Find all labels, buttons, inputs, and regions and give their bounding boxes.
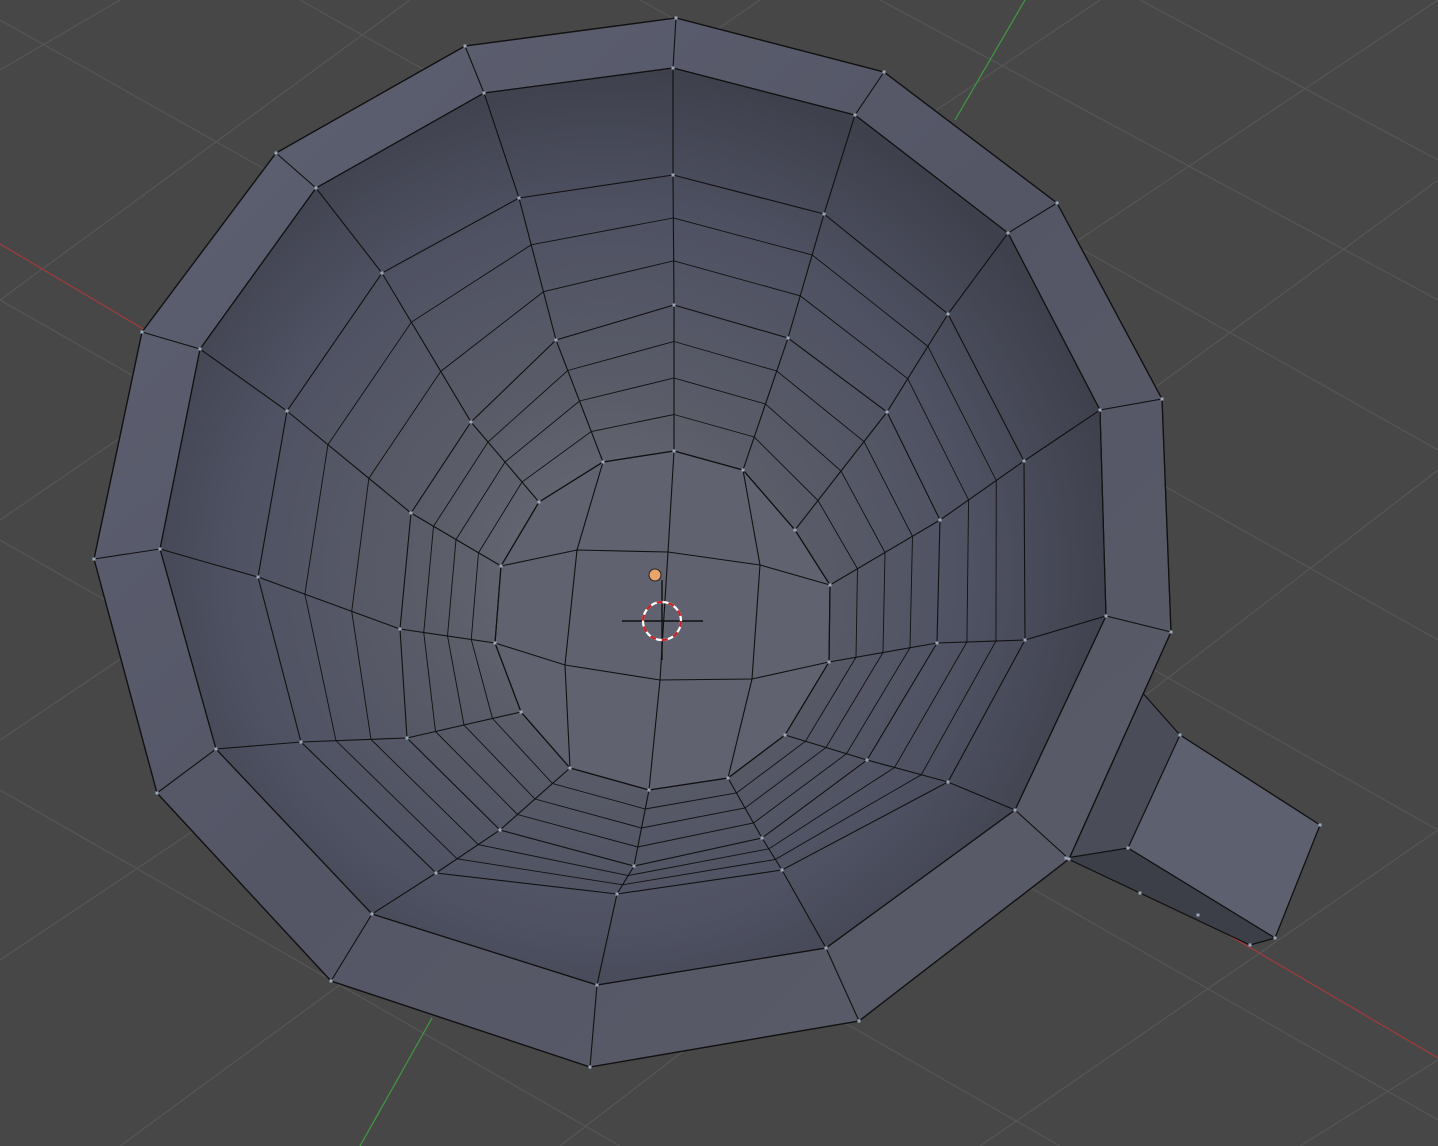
mesh-vertex[interactable] <box>647 788 651 792</box>
mesh-vertex[interactable] <box>672 303 676 307</box>
mesh-vertex[interactable] <box>828 583 832 587</box>
mesh-vertex[interactable] <box>783 733 787 737</box>
mesh-vertex[interactable] <box>380 271 384 275</box>
mesh-vertex[interactable] <box>469 420 473 424</box>
mesh-vertex[interactable] <box>329 979 333 983</box>
mesh-vertex[interactable] <box>1160 397 1164 401</box>
mesh-vertex[interactable] <box>274 151 278 155</box>
viewport-canvas[interactable] <box>0 0 1438 1146</box>
mesh-vertex[interactable] <box>632 864 636 868</box>
mesh-vertex[interactable] <box>1196 913 1200 917</box>
mesh-vertex[interactable] <box>938 518 942 522</box>
mesh-vertex[interactable] <box>1067 857 1071 861</box>
mesh-vertex[interactable] <box>409 511 413 515</box>
mesh-vertex[interactable] <box>463 44 467 48</box>
mesh-vertex[interactable] <box>615 892 619 896</box>
mesh-vertex[interactable] <box>1055 201 1059 205</box>
mesh-vertex[interactable] <box>760 836 764 840</box>
mesh-vertex[interactable] <box>1022 459 1026 463</box>
mesh-vertex[interactable] <box>140 330 144 334</box>
mesh-vertex[interactable] <box>1273 936 1277 940</box>
grid-line <box>1139 0 1438 161</box>
x-axis-line <box>0 243 146 331</box>
mesh-vertex[interactable] <box>92 557 96 561</box>
mesh-vertex[interactable] <box>1138 891 1142 895</box>
mesh-vertex[interactable] <box>398 627 402 631</box>
y-axis-line <box>954 0 1026 121</box>
mesh-vertex[interactable] <box>554 338 558 342</box>
mesh-vertex[interactable] <box>568 766 572 770</box>
mesh-vertex[interactable] <box>822 212 826 216</box>
mesh-vertex[interactable] <box>405 736 409 740</box>
object-origin-icon[interactable] <box>648 568 662 582</box>
mesh-vertex[interactable] <box>595 983 599 987</box>
mesh-vertex[interactable] <box>672 449 676 453</box>
mesh-vertex[interactable] <box>1006 231 1010 235</box>
mesh-vertex[interactable] <box>824 946 828 950</box>
mesh-vertex[interactable] <box>588 1065 592 1069</box>
mesh-vertex[interactable] <box>1126 846 1130 850</box>
y-axis-line <box>359 1017 433 1146</box>
grid-line <box>1299 1059 1438 1146</box>
3d-viewport[interactable] <box>0 0 1438 1146</box>
mesh-vertex[interactable] <box>935 641 939 645</box>
mesh-vertex[interactable] <box>314 186 318 190</box>
mesh-vertex[interactable] <box>1104 614 1108 618</box>
mesh-vertex[interactable] <box>1169 630 1173 634</box>
mesh-vertex[interactable] <box>299 740 303 744</box>
mesh-vertex[interactable] <box>671 66 675 70</box>
mesh-vertex[interactable] <box>370 912 374 916</box>
mesh-vertex[interactable] <box>1013 808 1017 812</box>
mesh-vertex[interactable] <box>1098 408 1102 412</box>
mesh-vertex[interactable] <box>793 528 797 532</box>
mesh-vertex[interactable] <box>1023 638 1027 642</box>
mesh-vertex[interactable] <box>158 547 162 551</box>
mesh-vertex[interactable] <box>885 410 889 414</box>
mesh-vertex[interactable] <box>882 70 886 74</box>
mesh-vertex[interactable] <box>1248 943 1252 947</box>
mesh-vertex[interactable] <box>601 460 605 464</box>
mesh-vertex[interactable] <box>946 312 950 316</box>
mesh-vertex[interactable] <box>198 347 202 351</box>
mesh-vertex[interactable] <box>786 336 790 340</box>
mesh-vertex[interactable] <box>285 409 289 413</box>
mesh-vertex[interactable] <box>493 641 497 645</box>
mesh-vertex[interactable] <box>946 780 950 784</box>
grid-line <box>0 0 121 71</box>
mesh-vertex[interactable] <box>726 776 730 780</box>
mesh-vertex[interactable] <box>1064 856 1068 860</box>
mesh-vertex[interactable] <box>674 16 678 20</box>
mug-mesh[interactable] <box>92 16 1322 1069</box>
mesh-vertex[interactable] <box>256 575 260 579</box>
mesh-vertex[interactable] <box>519 710 523 714</box>
x-axis-line <box>1219 929 1438 1059</box>
mesh-vertex[interactable] <box>865 758 869 762</box>
mesh-vertex[interactable] <box>499 564 503 568</box>
mesh-vertex[interactable] <box>853 113 857 117</box>
mesh-vertex[interactable] <box>1178 733 1182 737</box>
mesh-vertex[interactable] <box>1318 823 1322 827</box>
mesh-vertex[interactable] <box>434 871 438 875</box>
mesh-vertex[interactable] <box>857 1019 861 1023</box>
mesh-vertex[interactable] <box>155 791 159 795</box>
mesh-vertex[interactable] <box>214 747 218 751</box>
mesh-vertex[interactable] <box>498 828 502 832</box>
mesh-vertex[interactable] <box>671 173 675 177</box>
mesh-vertex[interactable] <box>741 468 745 472</box>
mesh-vertex[interactable] <box>517 196 521 200</box>
mesh-vertex[interactable] <box>537 500 541 504</box>
mesh-vertex[interactable] <box>827 660 831 664</box>
mesh-vertex[interactable] <box>780 868 784 872</box>
mesh-vertex[interactable] <box>482 91 486 95</box>
